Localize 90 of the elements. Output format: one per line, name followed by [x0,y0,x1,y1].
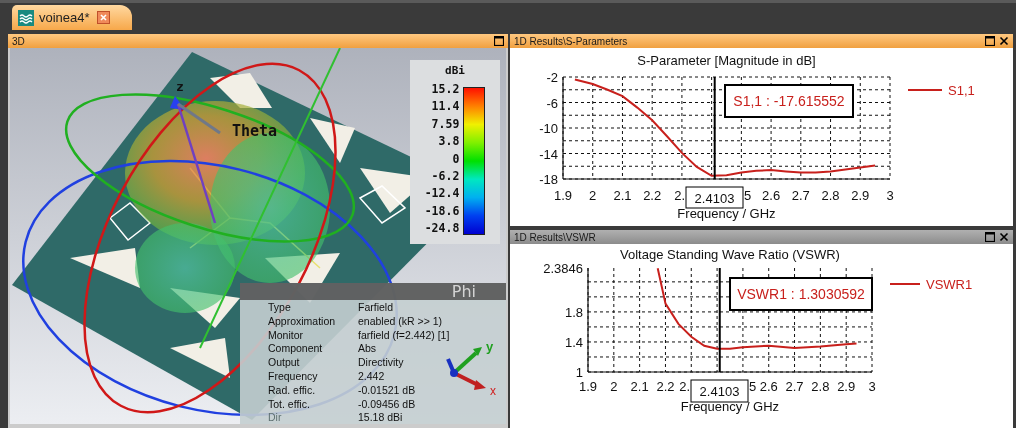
axis-label: z [176,79,184,94]
property-label: Monitor [268,328,303,343]
marker-x-readout: 2.4103 [685,186,744,209]
x-tick-label: 2.8 [811,379,830,394]
maximize-icon[interactable] [985,232,995,242]
property-value: Directivity [358,356,404,370]
maximize-icon[interactable] [494,36,504,46]
marker-line[interactable] [718,267,721,373]
x-tick-label: 2.2 [643,188,662,203]
x-tick-label: 2.9 [837,379,856,394]
maximize-icon[interactable] [985,36,995,46]
property-value: Farfield [358,301,393,315]
property-value: 2.442 [358,370,385,384]
scale-tick-label: 7.59 [431,117,460,131]
y-tick-label: -6 [546,95,558,111]
angle-label: Theta [232,122,278,140]
panel-title: 1D Results\S-Parameters [514,35,629,47]
chart-title: Voltage Standing Wave Ratio (VSWR) [620,247,840,262]
y-tick-label: -10 [539,121,558,136]
property-label: Component [268,342,323,357]
property-label: Tot. effic. [268,397,310,412]
y-tick-label: 2.3846 [543,261,583,276]
property-label: Output [268,356,300,370]
x-tick-label: 2.6 [762,188,781,203]
y-tick-label: -14 [539,146,558,162]
property-value: enabled (kR >> 1) [358,314,443,329]
x-tick-label: 3 [886,188,894,203]
x-tick-label: 2.2 [656,379,675,394]
legend-label: VSWR1 [926,277,973,292]
angle-label: Phi [451,283,476,301]
panel-title: 1D Results\VSWR [514,231,597,243]
y-tick-label: -18 [539,172,558,187]
panel-title: 3D [12,35,26,47]
property-label: Dir [268,411,282,424]
annotation: VSWR1 : 1.3030592 [737,286,866,302]
legend-label: S1,1 [948,83,975,98]
marker-x-readout: 2.4103 [690,379,749,403]
y-tick-label: -2 [546,70,558,85]
x-tick-label: 5 [744,188,752,203]
annotation: S1,1 : -17.615552 [733,93,845,109]
scale-unit: dBi [445,64,465,77]
scale-tick-label: -12.4 [424,187,460,201]
marker-value-readout: S1,1 : -17.615552 [724,84,854,118]
waves-icon [18,9,34,26]
axis-label: x [490,384,496,397]
x-tick-label: 2 [589,188,597,203]
scale-tick-label: 3.8 [438,135,460,149]
y-tick-label: 1 [575,365,583,380]
close-icon[interactable] [999,36,1009,46]
x-tick-label: 2.8 [821,188,840,203]
marker-line[interactable] [713,76,716,180]
y-tick-label: 1.4 [564,334,583,350]
x-tick-label: 3 [868,379,876,394]
property-value: -0.01521 dB [358,383,416,398]
marker-value-readout: VSWR1 : 1.3030592 [729,277,873,311]
scale-tick-label: 0 [452,152,460,166]
close-icon[interactable] [999,232,1009,242]
x-tick-label: 2.7 [791,188,810,203]
x-tick-label: 2. [674,188,685,203]
x-tick-label: 2.6 [759,379,778,394]
document-tab[interactable]: voinea4* [12,5,132,30]
x-tick-label: 2.1 [630,379,649,394]
chart-title: S-Parameter [Magnitude in dB] [637,53,816,68]
axis-label: y [486,339,494,354]
x-tick-label: 2.7 [785,379,804,394]
x-tick-label: 2.9 [851,188,870,203]
property-label: Frequency [268,370,318,384]
property-value: 15.18 dBi [358,411,403,424]
ref-line-label: 2.4103 [699,384,740,399]
x-tick-label: 1.9 [578,379,598,394]
property-value: Abs [358,342,377,357]
y-tick-label: 1.8 [564,304,583,320]
ref-line-label: 2.4103 [694,191,735,206]
property-value: -0.09456 dB [358,397,416,412]
x-tick-label: 2 [610,379,618,394]
scale-tick-label: 15.2 [431,83,460,96]
scale-tick-label: 11.4 [431,100,460,114]
property-value: farfield (f=2.442) [1] [358,328,450,343]
x-tick-label: 1.9 [553,188,573,203]
property-label: Rad. effic. [268,383,316,398]
property-label: Approximation [268,314,336,329]
x-axis-label: Frequency / GHz [677,206,776,221]
scale-tick-label: -18.6 [424,204,460,218]
x-tick-label: 2.1 [613,188,632,203]
property-label: Type [268,301,291,315]
axes-triad-drawing [446,347,486,390]
scale-tick-label: -24.8 [424,222,460,235]
scale-tick-label: -6.2 [431,169,460,183]
x-tick-label: 5 [749,379,757,394]
x-tick-label: 2. [679,379,690,394]
